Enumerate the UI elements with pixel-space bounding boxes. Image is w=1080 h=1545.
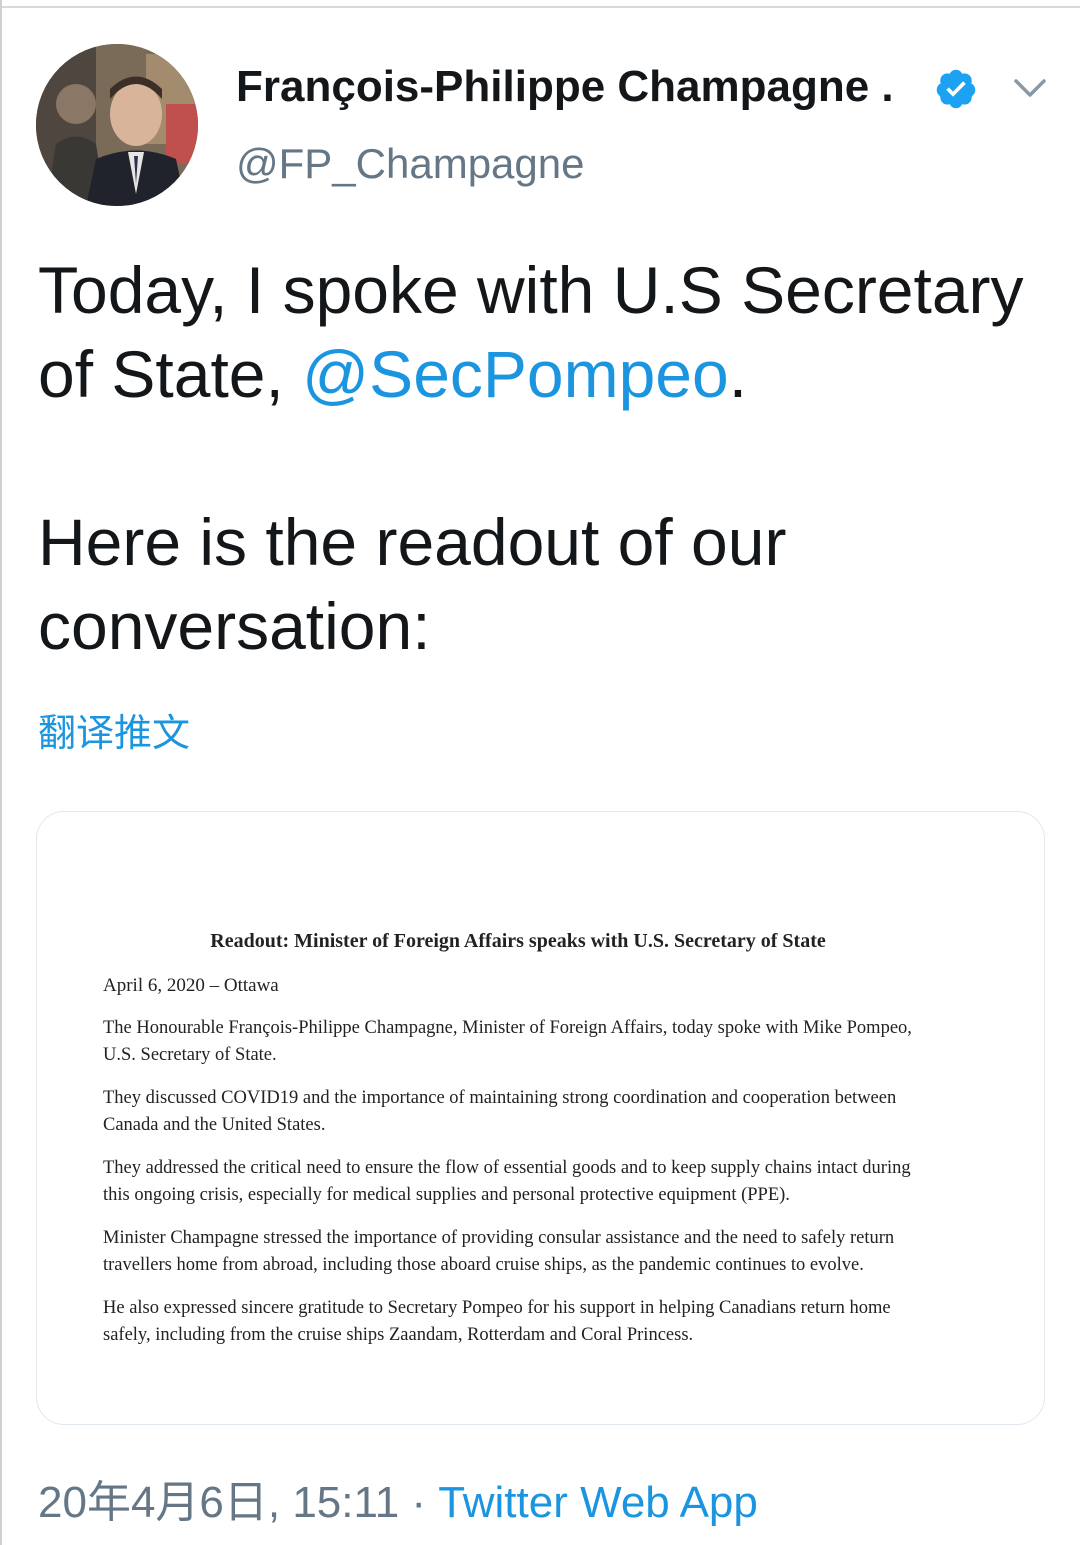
verified-badge-icon (936, 69, 976, 109)
author-display-name[interactable]: François-Philippe Champagne ... (236, 62, 896, 112)
tweet-timestamp[interactable]: 20年4月6日, 15:11 (38, 1478, 399, 1527)
author-handle[interactable]: @FP_Champagne (236, 140, 585, 188)
document-paragraph: The Honourable François-Philippe Champag… (103, 1018, 912, 1065)
document-paragraph: They addressed the critical need to ensu… (103, 1158, 911, 1205)
tweet-paragraph-1: Today, I spoke with U.S Secretary of Sta… (38, 248, 1048, 416)
chevron-down-icon[interactable] (1012, 74, 1048, 102)
document-title: Readout: Minister of Foreign Affairs spe… (210, 930, 826, 952)
mention-link[interactable]: @SecPompeo (302, 337, 729, 411)
document-paragraph: He also expressed sincere gratitude to S… (103, 1298, 891, 1345)
avatar[interactable] (36, 44, 198, 206)
avatar-photo (36, 44, 198, 206)
document-paragraph: They discussed COVID19 and the importanc… (103, 1088, 897, 1135)
document-paragraph: Minister Champagne stressed the importan… (103, 1228, 895, 1275)
tweet-metadata: 20年4月6日, 15:11 · Twitter Web App (38, 1466, 758, 1530)
tweet-text-segment: . (728, 337, 748, 411)
tweet-paragraph-2: Here is the readout of our conversation: (38, 505, 787, 663)
document-dateline: April 6, 2020 – Ottawa (103, 975, 279, 996)
meta-separator: · (399, 1478, 439, 1527)
tweet-source-link[interactable]: Twitter Web App (438, 1478, 758, 1527)
translate-tweet-link[interactable]: 翻译推文 (38, 702, 190, 757)
left-border (0, 0, 2, 1545)
top-divider (0, 6, 1080, 8)
attached-image[interactable]: Readout: Minister of Foreign Affairs spe… (36, 811, 1045, 1425)
tweet-body: Today, I spoke with U.S Secretary of Sta… (38, 248, 1048, 668)
readout-document: Readout: Minister of Foreign Affairs spe… (103, 930, 933, 1365)
